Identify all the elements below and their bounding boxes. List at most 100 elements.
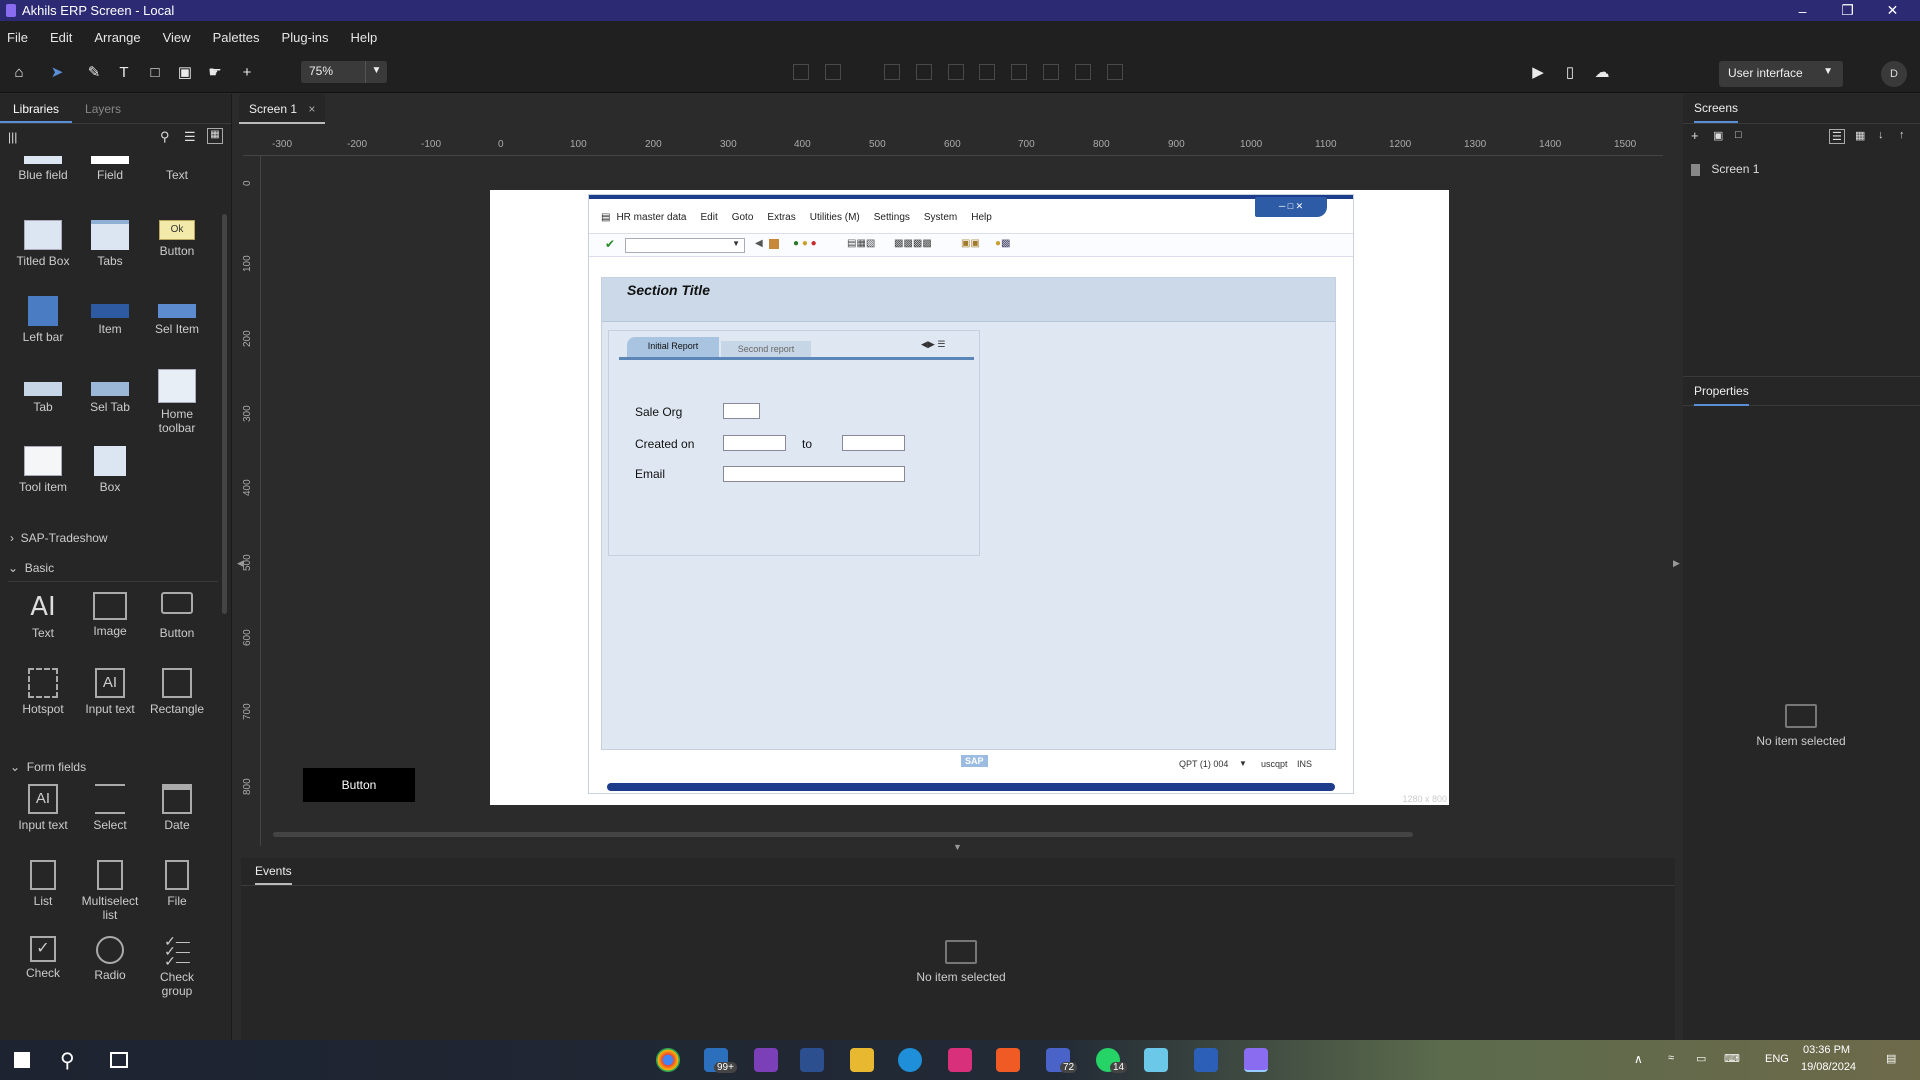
device-preview-icon[interactable]: ▯ (1559, 61, 1581, 83)
search-icon[interactable]: ⚲ (60, 1048, 75, 1073)
sap-menu-hr-master-data[interactable]: HR master data (616, 212, 686, 223)
onenote-icon[interactable] (754, 1048, 778, 1072)
grid-view-icon[interactable]: ▦ (207, 128, 223, 144)
windows-start-icon[interactable] (14, 1052, 30, 1068)
created-on-from-input[interactable] (723, 435, 786, 451)
help-icons[interactable]: ●▩ (995, 238, 1011, 249)
clock-time[interactable]: 03:36 PM (1803, 1044, 1850, 1056)
section-basic[interactable]: ⌄ Basic (8, 561, 218, 582)
grid-view-icon[interactable]: ▦ (1855, 129, 1865, 142)
image-tool-icon[interactable]: ▣ (174, 61, 196, 83)
status-system[interactable]: QPT (1) 004 (1179, 759, 1228, 769)
word-icon[interactable] (1194, 1048, 1218, 1072)
component-multiselect-list[interactable]: Multiselect list (77, 860, 143, 922)
align-icon[interactable] (979, 64, 995, 80)
instagram-icon[interactable] (948, 1048, 972, 1072)
component-tab[interactable]: Tab (10, 374, 76, 414)
component-basic-text[interactable]: AI Text (10, 592, 76, 640)
erp-app-icon[interactable] (1244, 1048, 1268, 1072)
component-select[interactable]: Select (77, 784, 143, 832)
notifications-icon[interactable]: ▤ (1886, 1052, 1896, 1065)
component-tool-item[interactable]: Tool item (10, 446, 76, 494)
artboard[interactable]: ─ □ ✕ ▤ HR master data Edit Goto Extras … (490, 190, 1449, 805)
sap-menu-edit[interactable]: Edit (700, 212, 717, 223)
menu-palettes[interactable]: Palettes (213, 30, 260, 45)
close-icon[interactable]: × (308, 102, 315, 116)
menu-help[interactable]: Help (351, 30, 378, 45)
component-tabs[interactable]: Tabs (77, 220, 143, 268)
play-icon[interactable]: ▶ (1527, 61, 1549, 83)
menu-plugins[interactable]: Plug-ins (282, 30, 329, 45)
align-icon[interactable] (884, 64, 900, 80)
zoom-select[interactable]: 75% ▼ (301, 61, 387, 83)
edge-icon[interactable] (898, 1048, 922, 1072)
clock-date[interactable]: 19/08/2024 (1801, 1061, 1856, 1073)
battery-icon[interactable]: ▭ (1696, 1052, 1706, 1065)
component-home-toolbar[interactable]: Home toolbar (144, 369, 210, 435)
tab-events[interactable]: Events (255, 864, 292, 885)
menu-file[interactable]: File (7, 30, 28, 45)
powershell-icon[interactable] (800, 1048, 824, 1072)
sap-menu-settings[interactable]: Settings (874, 212, 910, 223)
save-icon[interactable] (769, 239, 779, 249)
rectangle-tool-icon[interactable]: □ (144, 61, 166, 83)
screen-list-item[interactable]: Screen 1 (1691, 162, 1911, 182)
canvas-horizontal-scrollbar[interactable] (273, 832, 1413, 837)
cloud-upload-icon[interactable]: ☁ (1591, 61, 1613, 83)
task-view-icon[interactable] (110, 1052, 128, 1068)
tab-layers[interactable]: Layers (72, 94, 134, 123)
page-icons[interactable]: ▩▩▩▩ (894, 238, 932, 249)
tab-scroll-icons[interactable]: ◀▶ ☰ (921, 339, 945, 350)
align-icon[interactable] (916, 64, 932, 80)
menu-edit[interactable]: Edit (50, 30, 72, 45)
select-tool-icon[interactable]: ➤ (46, 61, 68, 83)
tab-second-report[interactable]: Second report (721, 341, 811, 357)
chevron-up-icon[interactable]: ∧ (1634, 1052, 1643, 1066)
component-rectangle[interactable]: Rectangle (144, 668, 210, 716)
sap-menu-extras[interactable]: Extras (767, 212, 795, 223)
component-sel-tab[interactable]: Sel Tab (77, 374, 143, 414)
component-basic-image[interactable]: Image (77, 592, 143, 638)
email-input[interactable] (723, 466, 905, 482)
component-date[interactable]: Date (144, 784, 210, 832)
align-icon[interactable] (825, 64, 841, 80)
component-hotspot[interactable]: Hotspot (10, 668, 76, 716)
component-box[interactable]: Box (77, 446, 143, 494)
list-view-icon[interactable]: ☰ (1829, 129, 1845, 144)
component-list[interactable]: List (10, 860, 76, 908)
session-icons[interactable]: ▣▣ (961, 238, 980, 249)
tab-screen-1[interactable]: Screen 1 × (239, 94, 326, 124)
canvas-button[interactable]: Button (303, 768, 415, 802)
add-screen-icon[interactable]: + (1691, 128, 1699, 143)
component-button[interactable]: Ok Button (144, 220, 210, 258)
add-image-screen-icon[interactable]: ▣ (1713, 129, 1723, 142)
check-icon[interactable]: ✔ (605, 237, 615, 251)
align-icon[interactable] (1075, 64, 1091, 80)
section-form-fields[interactable]: ⌄ Form fields (10, 760, 86, 774)
component-check-group[interactable]: ✓— ✓— ✓— Check group (144, 934, 210, 998)
component-titled-box[interactable]: Titled Box (10, 220, 76, 268)
sap-menu-system[interactable]: System (924, 212, 957, 223)
align-icon[interactable] (793, 64, 809, 80)
back-icon[interactable]: ◀ (755, 238, 763, 249)
mode-dropdown[interactable]: User interface ▼ (1719, 61, 1843, 87)
sap-menu-utilities[interactable]: Utilities (M) (810, 212, 860, 223)
home-icon[interactable]: ⌂ (8, 61, 30, 83)
file-explorer-icon[interactable] (850, 1048, 874, 1072)
align-icon[interactable] (948, 64, 964, 80)
component-radio[interactable]: Radio (77, 936, 143, 982)
move-down-icon[interactable]: ↓ (1878, 129, 1884, 141)
brave-icon[interactable] (996, 1048, 1020, 1072)
component-item[interactable]: Item (77, 296, 143, 336)
menu-view[interactable]: View (163, 30, 191, 45)
tab-libraries[interactable]: Libraries (0, 94, 73, 123)
component-text[interactable]: Text (144, 156, 210, 182)
library-icon[interactable]: ||| (8, 130, 17, 144)
align-icon[interactable] (1043, 64, 1059, 80)
maximize-button[interactable]: ❐ (1825, 0, 1870, 21)
collapse-right-icon[interactable]: ▶ (1673, 558, 1680, 569)
component-sel-item[interactable]: Sel Item (144, 296, 210, 336)
collapse-down-icon[interactable]: ▼ (953, 842, 962, 852)
component-field[interactable]: Field (77, 156, 143, 182)
hotspot-tool-icon[interactable]: ☛ (204, 61, 226, 83)
